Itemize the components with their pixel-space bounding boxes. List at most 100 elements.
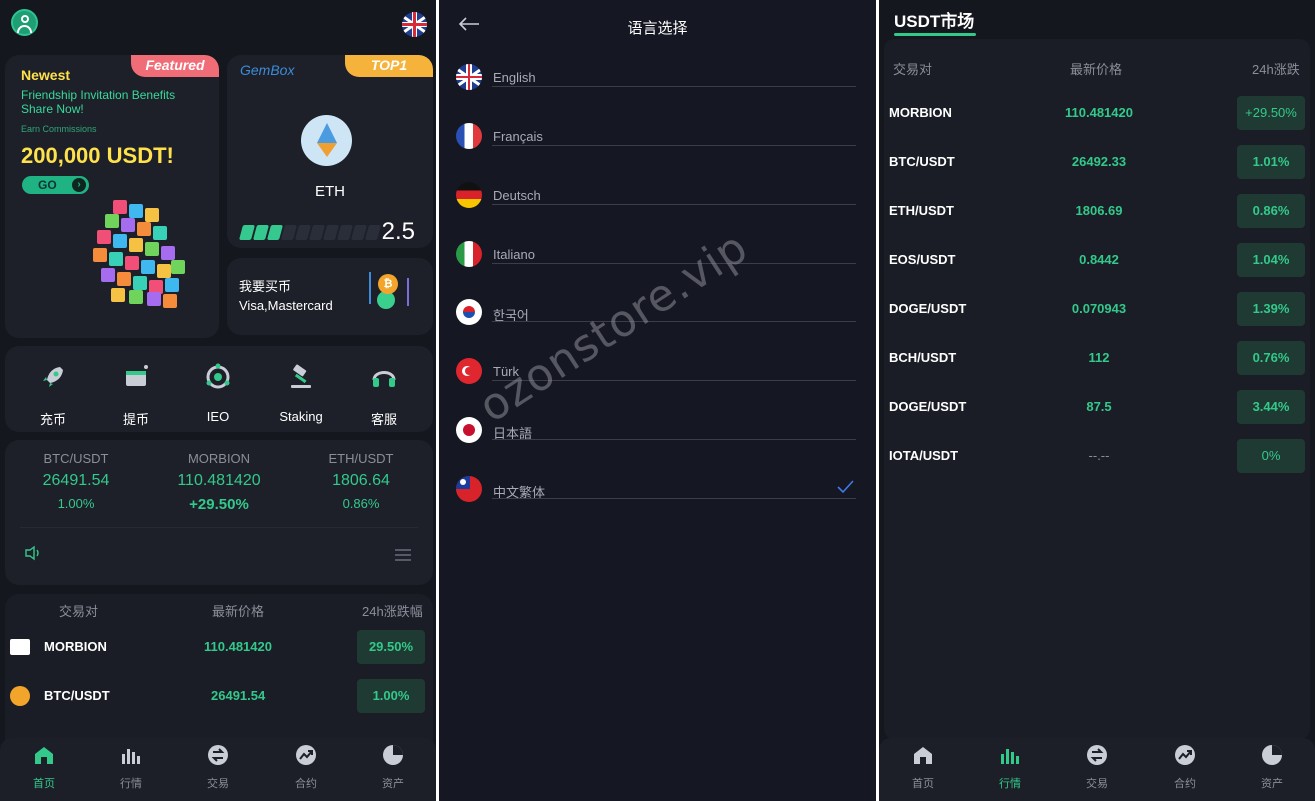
language-name: English xyxy=(493,70,536,85)
menu-lines-icon[interactable] xyxy=(395,549,411,564)
staking-action[interactable]: Staking xyxy=(260,362,342,424)
block-shape xyxy=(113,200,127,214)
page-title[interactable]: USDT市场 xyxy=(894,7,974,32)
korea-flag-icon xyxy=(456,299,482,325)
table-row[interactable]: IOTA/USDT --.-- 0% xyxy=(884,431,1310,480)
block-shape xyxy=(125,256,139,270)
language-option-french[interactable]: Français xyxy=(456,119,856,169)
row-symbol: DOGE/USDT xyxy=(889,301,967,316)
row-change-badge: 1.39% xyxy=(1237,292,1305,326)
row-price: --.-- xyxy=(1088,448,1110,463)
germany-flag-icon xyxy=(456,182,482,208)
tab-assets[interactable]: 资产 xyxy=(363,744,423,791)
checkmark-icon xyxy=(837,480,854,494)
tab-trade[interactable]: 交易 xyxy=(188,744,248,791)
home-icon xyxy=(35,747,53,764)
uk-flag-icon xyxy=(456,64,482,90)
row-change-badge: 1.04% xyxy=(1237,243,1305,277)
tab-market[interactable]: 行情 xyxy=(980,744,1040,791)
table-row[interactable]: EOS/USDT 0.8442 1.04% xyxy=(884,235,1310,284)
home-screen: Featured Newest Friendship Invitation Be… xyxy=(0,0,436,801)
france-flag-icon xyxy=(456,123,482,149)
block-shape xyxy=(129,290,143,304)
ticker-morbion[interactable]: MORBION 110.481420 +29.50% xyxy=(149,451,289,513)
col-header-change: 24h涨跌 xyxy=(1252,62,1300,77)
home-market-list: 交易对 最新价格 24h涨跌幅 MORBION 110.481420 29.50… xyxy=(5,594,433,744)
row-change-badge: 3.44% xyxy=(1237,390,1305,424)
tab-contract[interactable]: 合约 xyxy=(1155,744,1215,791)
ticker-price: 110.481420 xyxy=(177,472,261,489)
ticker-price: 1806.64 xyxy=(332,472,390,489)
support-label: 客服 xyxy=(370,412,397,427)
table-row[interactable]: MORBION 110.481420 +29.50% xyxy=(884,88,1310,137)
ieo-action[interactable]: IEO xyxy=(177,362,259,424)
active-tab-indicator xyxy=(894,33,976,36)
row-symbol: MORBION xyxy=(44,639,107,654)
table-row[interactable]: ETH/USDT 1806.69 0.86% xyxy=(884,186,1310,235)
language-option-english[interactable]: English xyxy=(456,60,856,110)
page-title: 语言选择 xyxy=(627,20,688,37)
tab-trade[interactable]: 交易 xyxy=(1067,744,1127,791)
language-name: Français xyxy=(493,129,543,144)
block-shape xyxy=(153,226,167,240)
language-option-german[interactable]: Deutsch xyxy=(456,178,856,228)
ticker-change: 1.00% xyxy=(57,496,95,511)
block-shape xyxy=(161,246,175,260)
row-price: 0.8442 xyxy=(1079,252,1119,267)
col-header-price: 最新价格 xyxy=(1070,62,1123,77)
table-row[interactable]: BCH/USDT 112 0.76% xyxy=(884,333,1310,382)
tab-contract[interactable]: 合约 xyxy=(276,744,336,791)
pie-icon xyxy=(1262,745,1282,765)
row-price: 26492.33 xyxy=(1071,154,1127,169)
go-label: GO xyxy=(38,178,57,192)
language-option-traditional-chinese[interactable]: 中文繁体 xyxy=(456,472,856,522)
tab-assets[interactable]: 资产 xyxy=(1242,744,1302,791)
row-symbol: BTC/USDT xyxy=(889,154,955,169)
withdraw-action[interactable]: 提币 xyxy=(95,362,177,428)
block-shape xyxy=(97,230,111,244)
row-change-badge: 0% xyxy=(1237,439,1305,473)
tab-label: 资产 xyxy=(1261,778,1283,790)
promo-earn-label: Earn Commissions xyxy=(21,124,97,134)
row-symbol: MORBION xyxy=(889,105,952,120)
block-shape xyxy=(111,288,125,302)
block-shape xyxy=(93,248,107,262)
gembox-coin-name: ETH xyxy=(315,183,345,200)
row-price: 112 xyxy=(1088,350,1110,365)
hammer-icon xyxy=(291,364,311,388)
tab-market[interactable]: 行情 xyxy=(101,744,161,791)
divider xyxy=(492,86,856,87)
uk-flag-icon[interactable] xyxy=(402,12,427,37)
block-shape xyxy=(157,264,171,278)
table-row[interactable]: DOGE/USDT 87.5 3.44% xyxy=(884,382,1310,431)
promo-go-button[interactable]: GO › xyxy=(22,176,89,194)
buy-crypto-card[interactable]: 我要买币 Visa,Mastercard ₿ xyxy=(227,258,433,335)
deposit-action[interactable]: 充币 xyxy=(12,362,94,428)
block-shape xyxy=(113,234,127,248)
support-action[interactable]: 客服 xyxy=(343,362,425,428)
gembox-card[interactable]: GemBox TOP1 ETH 2.5 xyxy=(227,55,433,248)
table-row[interactable]: DOGE/USDT 0.070943 1.39% xyxy=(884,284,1310,333)
ticker-pair: ETH/USDT xyxy=(328,451,394,466)
ticker-eth[interactable]: ETH/USDT 1806.64 0.86% xyxy=(291,451,431,511)
table-row[interactable]: BTC/USDT 26491.54 1.00% xyxy=(5,676,433,716)
top1-badge: TOP1 xyxy=(345,55,433,77)
tab-home[interactable]: 首页 xyxy=(14,744,74,791)
ticker-btc[interactable]: BTC/USDT 26491.54 1.00% xyxy=(6,451,146,511)
tab-label: 交易 xyxy=(207,778,229,790)
tab-home[interactable]: 首页 xyxy=(893,744,953,791)
block-shape xyxy=(129,238,143,252)
row-symbol: ETH/USDT xyxy=(889,203,954,218)
table-row[interactable]: MORBION 110.481420 29.50% xyxy=(5,627,433,667)
row-change-badge: 1.01% xyxy=(1237,145,1305,179)
table-row[interactable]: BTC/USDT 26492.33 1.01% xyxy=(884,137,1310,186)
ieo-icon xyxy=(206,363,230,389)
row-price: 26491.54 xyxy=(211,688,266,703)
divider xyxy=(492,321,856,322)
bitcoin-icon: ₿ xyxy=(378,274,398,294)
deposit-label: 充币 xyxy=(39,412,66,427)
invite-promo-banner[interactable]: Featured Newest Friendship Invitation Be… xyxy=(5,55,219,338)
speaker-icon xyxy=(25,545,39,561)
user-avatar-icon[interactable] xyxy=(11,9,38,36)
row-change-badge: +29.50% xyxy=(1237,96,1305,130)
